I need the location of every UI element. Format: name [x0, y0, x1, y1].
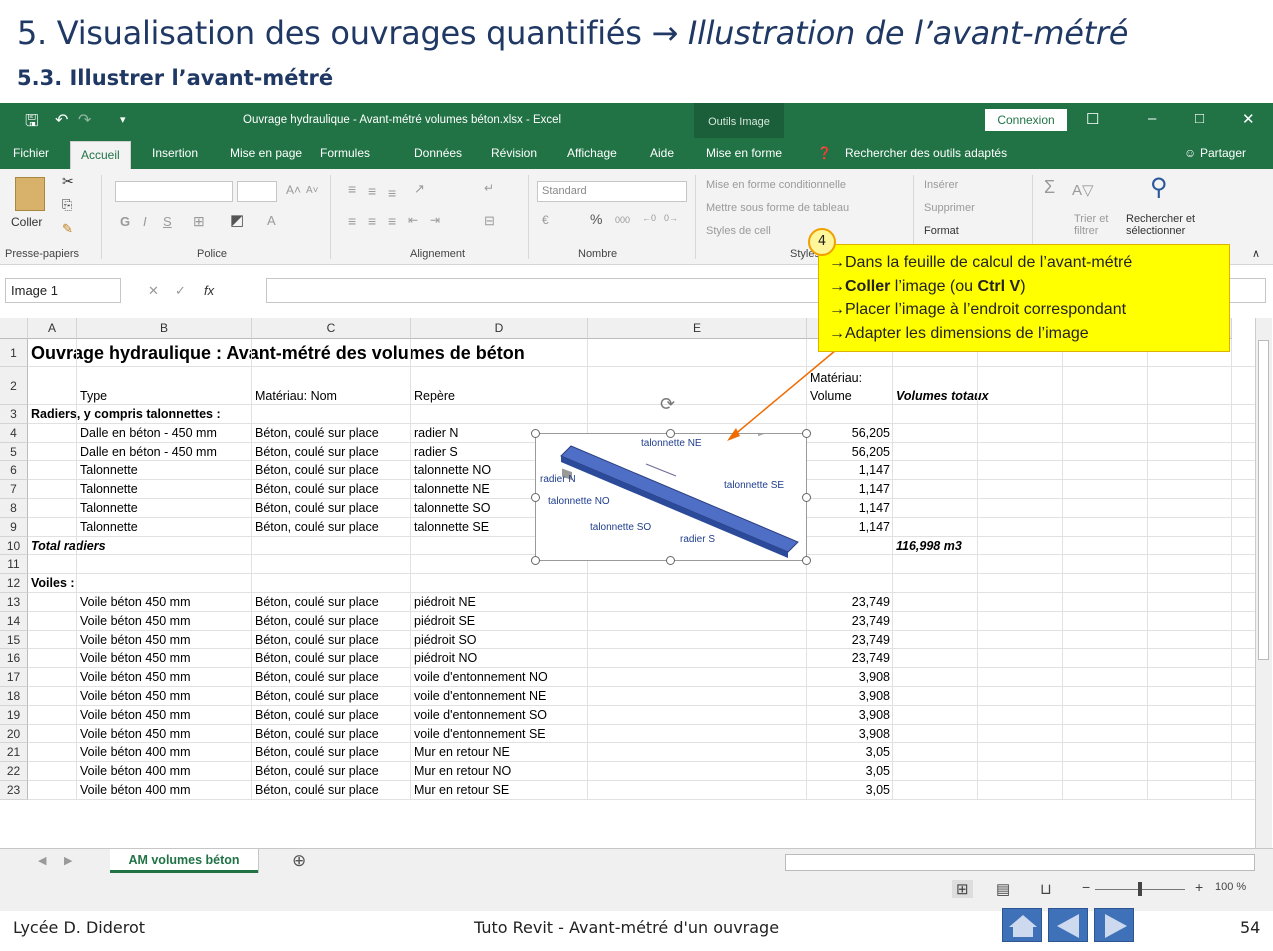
previous-arrow-icon — [1057, 914, 1079, 938]
previous-slide-button[interactable] — [1048, 908, 1088, 942]
step-badge: 4 — [808, 228, 836, 256]
callout-line-4: →Adapter les dimensions de l’image — [829, 324, 1089, 342]
callout-line-3: →Placer l’image à l’endroit correspondan… — [829, 301, 1127, 318]
home-button[interactable] — [1002, 908, 1042, 942]
next-arrow-icon — [1105, 914, 1127, 938]
callout-line-2: →Coller l’image (ou Ctrl V) — [829, 277, 1026, 295]
instruction-callout: →Dans la feuille de calcul de l’avant-mé… — [818, 244, 1230, 352]
page-number: 54 — [1240, 918, 1261, 937]
footer-school: Lycée D. Diderot — [13, 918, 146, 937]
next-slide-button[interactable] — [1094, 908, 1134, 942]
callout-arrow — [727, 349, 837, 441]
slide: 5. Visualisation des ouvrages quantifiés… — [0, 0, 1273, 951]
footer-title: Tuto Revit - Avant-métré d'un ouvrage — [474, 918, 780, 937]
callout-line-1: →Dans la feuille de calcul de l’avant-mé… — [829, 254, 1133, 271]
home-icon — [1009, 915, 1037, 937]
